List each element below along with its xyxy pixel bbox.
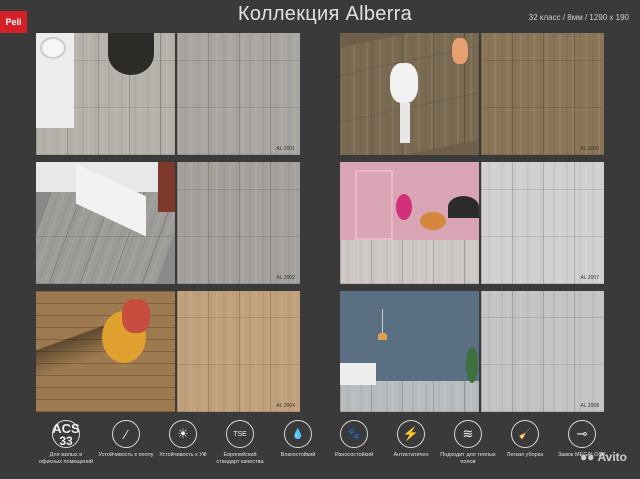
feature-uv: ☀ Устойчивость к УФ — [155, 420, 211, 459]
feature-label: Для жилых и офисных помещений — [38, 452, 94, 465]
sample-code: AL 2007 — [580, 275, 599, 281]
feature-acs: ACS 33 Для жилых и офисных помещений — [38, 420, 94, 465]
sample-al-2006: AL 2006 — [481, 33, 604, 155]
feature-heating: ≋ Подходит для теплых полов — [440, 420, 496, 465]
feature-ash: ⁄ Устойчивость к пеплу — [98, 420, 154, 459]
avito-watermark: ●● Avito — [579, 450, 627, 464]
sample-code: AL 2002 — [276, 275, 295, 281]
feature-cleaning: 🧹 Легкая уборка — [497, 420, 553, 459]
feature-water: 💧 Влагостойкий — [270, 420, 326, 459]
room-scene-1 — [36, 33, 175, 155]
sample-code: AL 2001 — [276, 146, 295, 152]
feature-label: Износостойкий — [334, 452, 374, 458]
feature-label: Подходит для теплых полов — [440, 452, 496, 465]
room-scene-3 — [36, 291, 175, 412]
lock-icon: ⊸ — [568, 420, 596, 448]
room-scene-2 — [36, 162, 175, 284]
water-drop-icon: 💧 — [284, 420, 312, 448]
sample-al-2004: AL 2004 — [177, 291, 300, 412]
feature-icons-row: ACS 33 Для жилых и офисных помещений ⁄ Ус… — [30, 420, 630, 479]
acs-33-icon: ACS 33 — [52, 420, 80, 448]
room-scene-6 — [340, 291, 479, 412]
cleaning-icon: 🧹 — [511, 420, 539, 448]
feature-label: Антистатичен — [393, 452, 429, 458]
feature-label: Устойчивость к пеплу — [98, 452, 154, 458]
sun-icon: ☀ — [169, 420, 197, 448]
room-scene-5 — [340, 162, 479, 284]
feature-standard: TSE Европейский стандарт качества — [212, 420, 268, 465]
feature-label: Устойчивость к УФ — [159, 452, 207, 458]
spec-text: 32 класс / 8мм / 1290 x 190 — [528, 13, 629, 22]
heated-floor-icon: ≋ — [454, 420, 482, 448]
paw-icon: 🐾 — [340, 420, 368, 448]
sample-code: AL 2006 — [580, 146, 599, 152]
sample-code: AL 2008 — [580, 403, 599, 409]
sample-al-2007: AL 2007 — [481, 162, 604, 284]
tse-icon: TSE — [226, 420, 254, 448]
feature-label: Влагостойкий — [280, 452, 316, 458]
feature-label: Легкая уборка — [506, 452, 544, 458]
feature-wear: 🐾 Износостойкий — [326, 420, 382, 459]
cigarette-icon: ⁄ — [112, 420, 140, 448]
sample-al-2001: AL 2001 — [177, 33, 300, 155]
sample-al-2002: AL 2002 — [177, 162, 300, 284]
feature-antistatic: ⚡ Антистатичен — [383, 420, 439, 459]
avito-dots-icon: ●● — [579, 450, 595, 464]
sample-al-2008: AL 2008 — [481, 291, 604, 412]
room-scene-4 — [340, 33, 479, 155]
lightning-icon: ⚡ — [397, 420, 425, 448]
feature-label: Европейский стандарт качества — [216, 452, 264, 465]
sample-code: AL 2004 — [276, 403, 295, 409]
